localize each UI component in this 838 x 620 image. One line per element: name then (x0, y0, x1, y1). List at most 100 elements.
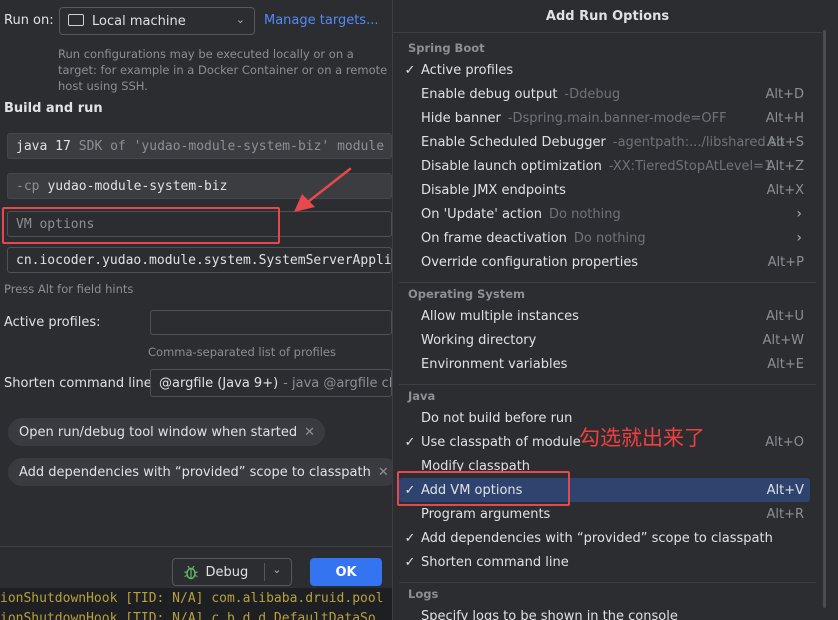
menu-item[interactable]: On frame deactivation Do nothing › (399, 226, 810, 250)
menu-item[interactable]: ✓ Add dependencies with “provided” scope … (399, 526, 810, 550)
menu-item-description: -agentpath:.../libshared.so (612, 134, 785, 150)
chevron-right-icon: › (796, 206, 802, 222)
section-header: Logs (408, 587, 439, 601)
menu-item-label: Shorten command line (421, 554, 569, 570)
section-divider (399, 582, 816, 583)
run-target-dropdown[interactable]: Local machine ⌄ (59, 7, 255, 35)
active-profiles-label: Active profiles: (4, 315, 101, 330)
popup-scrollbar[interactable] (823, 30, 826, 608)
manage-targets-link[interactable]: Manage targets... (264, 13, 378, 28)
section-header: Operating System (408, 287, 526, 301)
menu-item-label: Do not build before run (421, 410, 573, 426)
menu-item-description: -Ddebug (564, 86, 621, 102)
menu-item-description: -XX:TieredStopAtLevel=1 (608, 158, 773, 174)
check-icon: ✓ (404, 434, 416, 450)
menu-item-shortcut: Alt+S (767, 134, 804, 150)
sdk-java-version: java 17 (16, 138, 71, 154)
run-configuration-panel: Run on: Local machine ⌄ Manage targets..… (0, 0, 399, 620)
menu-item-shortcut: Alt+U (765, 308, 804, 324)
console-line: ionShutdownHook [TID: N/A] com.alibaba.d… (0, 591, 384, 606)
close-icon[interactable]: ✕ (378, 465, 389, 480)
menu-item[interactable]: Environment variables Alt+E (399, 352, 810, 376)
menu-item-label: Override configuration properties (421, 254, 639, 270)
menu-item-label: Enable debug output (421, 86, 558, 102)
menu-item-shortcut: Alt+H (765, 110, 804, 126)
field-hints-text: Press Alt for field hints (4, 282, 134, 296)
window-edge (826, 0, 838, 620)
menu-item[interactable]: Override configuration properties Alt+P (399, 250, 810, 274)
console-output: ionShutdownHook [TID: N/A] com.alibaba.d… (0, 588, 392, 620)
menu-item[interactable]: Disable launch optimization -XX:TieredSto… (399, 154, 810, 178)
shorten-command-line-dropdown[interactable]: @argfile (Java 9+) - java @argfile class… (150, 369, 392, 397)
chevron-down-icon[interactable]: ⌄ (272, 563, 281, 576)
menu-item-shortcut: Alt+O (765, 434, 804, 450)
computer-icon (68, 14, 84, 26)
menu-item[interactable]: Specify logs to be shown in the console (399, 604, 810, 620)
menu-item-label: Allow multiple instances (421, 308, 579, 324)
menu-item-label: Disable JMX endpoints (421, 182, 566, 198)
section-divider (399, 282, 816, 283)
menu-item[interactable]: Disable JMX endpoints Alt+X (399, 178, 810, 202)
chip-open-run-debug-window[interactable]: Open run/debug tool window when started … (8, 418, 326, 446)
menu-item-shortcut: Alt+D (765, 86, 804, 102)
ok-button[interactable]: OK (310, 558, 382, 586)
menu-item-shortcut: Alt+E (767, 356, 804, 372)
add-run-options-popup: Add Run Options Spring Boot ✓ Active profi… (392, 0, 822, 620)
options-menu: Spring Boot ✓ Active profiles Enable debug … (393, 0, 822, 620)
menu-item[interactable]: Working directory Alt+W (399, 328, 810, 352)
menu-item-shortcut: Alt+Z (766, 158, 804, 174)
build-and-run-title: Build and run (4, 101, 103, 116)
chip-open-window-label: Open run/debug tool window when started (19, 424, 298, 440)
menu-item-label: Specify logs to be shown in the console (421, 608, 678, 620)
footer-divider (0, 546, 392, 547)
menu-item-description: Do nothing (548, 206, 621, 222)
annotation-text: 勾选就出来了 (579, 426, 705, 450)
menu-item-shortcut: Alt+X (766, 182, 804, 198)
menu-item-label: Active profiles (421, 62, 514, 78)
main-class-field[interactable]: cn.iocoder.yudao.module.system.SystemSer… (7, 247, 392, 273)
menu-item-label: On 'Update' action (421, 206, 542, 222)
section-header: Java (408, 389, 436, 403)
menu-item-shortcut: Alt+R (766, 506, 804, 522)
profiles-hint: Comma-separated list of profiles (148, 345, 336, 359)
menu-item[interactable]: On 'Update' action Do nothing › (399, 202, 810, 226)
run-target-value: Local machine (92, 13, 186, 29)
chip-add-provided-dependencies[interactable]: Add dependencies with “provided” scope t… (8, 458, 399, 486)
main-class-value: cn.iocoder.yudao.module.system.SystemSer… (16, 252, 392, 268)
check-icon: ✓ (404, 530, 416, 546)
menu-item-description: Do nothing (573, 230, 646, 246)
chip-add-deps-label: Add dependencies with “provided” scope t… (19, 464, 371, 480)
chevron-down-icon: ⌄ (235, 13, 245, 26)
menu-item[interactable]: ✓ Shorten command line (399, 550, 810, 574)
menu-item[interactable]: Enable Scheduled Debugger -agentpath:.../… (399, 130, 810, 154)
check-icon: ✓ (404, 62, 416, 78)
red-arrow-annotation (294, 167, 352, 212)
menu-item-label: Program arguments (421, 506, 551, 522)
debug-button-label: Debug (205, 564, 249, 580)
shorten-description: - java @argfile className (283, 375, 392, 391)
sdk-field[interactable]: java 17 SDK of 'yudao-module-system-biz'… (7, 133, 392, 159)
add-vm-options-highlight (397, 471, 570, 506)
menu-item-description: -Dspring.main.banner-mode=OFF (507, 110, 727, 126)
menu-item-label: Enable Scheduled Debugger (421, 134, 606, 150)
menu-item[interactable]: Hide banner -Dspring.main.banner-mode=OFF… (399, 106, 810, 130)
section-divider (399, 384, 816, 385)
debug-split-button[interactable]: Debug ⌄ (172, 558, 292, 586)
close-icon[interactable]: ✕ (304, 425, 315, 440)
menu-item-label: Use classpath of module (421, 434, 581, 450)
classpath-module: yudao-module-system-biz (47, 178, 228, 194)
run-on-hint: Run configurations may be executed local… (58, 47, 388, 93)
menu-item-shortcut: Alt+W (762, 332, 804, 348)
console-line: ionShutdownHook [TID: N/A] c.b.d.d.Defau… (0, 611, 376, 620)
vm-options-highlight (2, 207, 280, 244)
menu-item-label: Disable launch optimization (421, 158, 602, 174)
run-on-label: Run on: (4, 13, 54, 28)
menu-item[interactable]: Allow multiple instances Alt+U (399, 304, 810, 328)
split-divider (264, 563, 266, 581)
active-profiles-input[interactable] (150, 310, 392, 335)
menu-item[interactable]: ✓ Active profiles (399, 58, 810, 82)
menu-item[interactable]: Enable debug output -Ddebug Alt+D (399, 82, 810, 106)
menu-item-label: Environment variables (421, 356, 568, 372)
shorten-value: @argfile (Java 9+) (159, 375, 279, 391)
sdk-description: SDK of 'yudao-module-system-biz' module (78, 138, 385, 154)
